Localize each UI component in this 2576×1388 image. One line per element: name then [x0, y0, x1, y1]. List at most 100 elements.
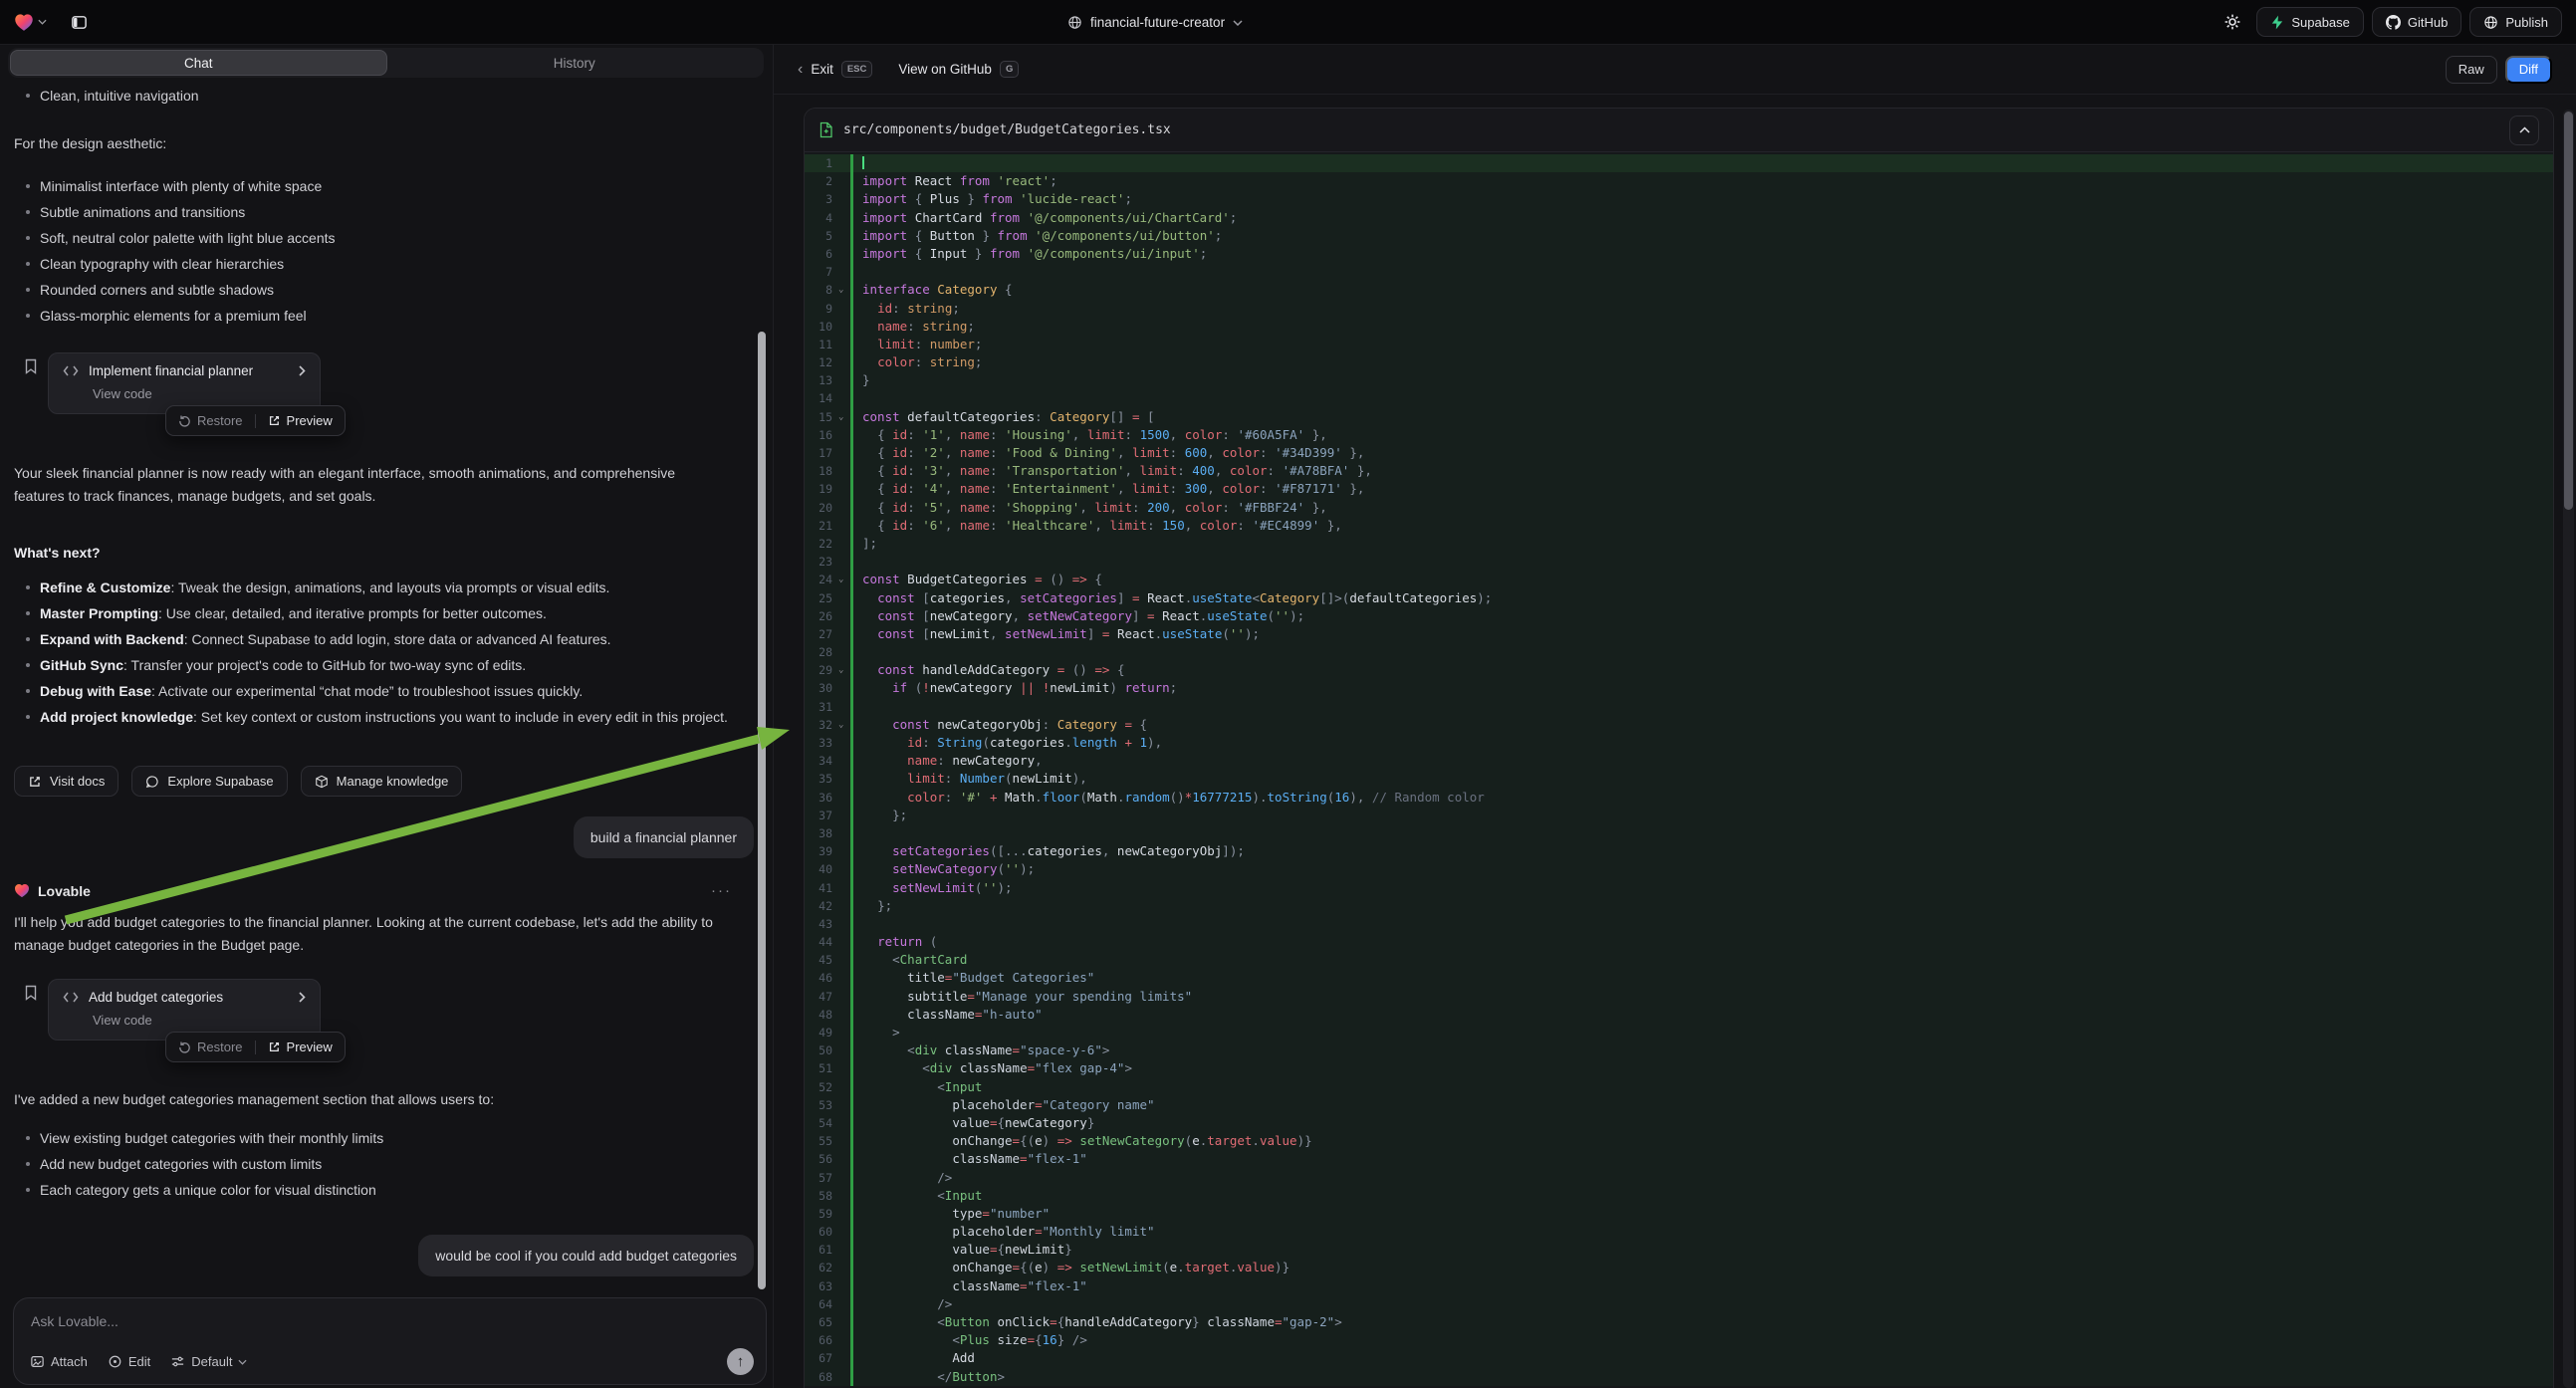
code-text: name: string; [850, 318, 2553, 336]
preview-button[interactable]: Preview [268, 413, 333, 428]
code-line: 29⌄ const handleAddCategory = () => { [805, 661, 2553, 679]
restore-button[interactable]: Restore [178, 413, 243, 428]
lovable-logo-menu[interactable] [14, 13, 47, 32]
chevron-down-icon [38, 19, 47, 25]
attach-button[interactable]: Attach [30, 1354, 88, 1369]
code-text: const [newCategory, setNewCategory] = Re… [850, 607, 2553, 625]
diff-view-button[interactable]: Diff [2505, 56, 2552, 84]
fold-gutter [838, 589, 850, 607]
code-line: 64 /> [805, 1295, 2553, 1313]
line-number: 49 [805, 1024, 838, 1041]
code-line: 12 color: string; [805, 353, 2553, 371]
manage-knowledge-button[interactable]: Manage knowledge [301, 766, 463, 797]
exit-button[interactable]: Exit [811, 62, 833, 77]
code-text: <div className="flex gap-4"> [850, 1059, 2553, 1077]
code-scrollbar[interactable] [2563, 110, 2574, 1388]
view-on-github[interactable]: View on GitHub G [898, 61, 1019, 78]
bullet-dot [26, 715, 30, 719]
external-link-icon [268, 1041, 281, 1053]
fold-toggle-icon[interactable]: ⌄ [838, 281, 850, 299]
code-text: <ChartCard [850, 951, 2553, 969]
bookmark-icon[interactable] [24, 985, 38, 1062]
message-menu-button[interactable]: ··· [711, 882, 732, 899]
view-code-link[interactable]: View code [93, 386, 306, 401]
preview-button[interactable]: Preview [268, 1040, 333, 1054]
restore-icon [178, 414, 191, 427]
fold-gutter [838, 1169, 850, 1187]
chevron-up-icon [2519, 126, 2530, 133]
code-line: 13} [805, 371, 2553, 389]
code-text: import { Input } from '@/components/ui/i… [850, 245, 2553, 263]
fold-gutter [838, 951, 850, 969]
code-text: setNewCategory(''); [850, 860, 2553, 878]
code-line: 58 <Input [805, 1187, 2553, 1205]
line-number: 41 [805, 879, 838, 897]
line-number: 18 [805, 462, 838, 480]
github-button[interactable]: GitHub [2372, 7, 2461, 37]
panel-left-icon [71, 14, 88, 31]
bullet-dot [26, 314, 30, 318]
lovable-app-window: financial-future-creator Supabase GitHub [0, 0, 2576, 1388]
file-path: src/components/budget/BudgetCategories.t… [843, 122, 1171, 137]
restore-icon [178, 1041, 191, 1053]
bullet-dot [26, 94, 30, 98]
list-item: Clean, intuitive navigation [14, 85, 754, 107]
fold-toggle-icon[interactable]: ⌄ [838, 716, 850, 734]
code-line: 20 { id: '5', name: 'Shopping', limit: 2… [805, 499, 2553, 517]
line-number: 20 [805, 499, 838, 517]
chat-composer[interactable]: Ask Lovable... Attach Edit Default [13, 1297, 767, 1385]
supabase-button[interactable]: Supabase [2256, 7, 2364, 37]
collapse-file-button[interactable] [2509, 116, 2539, 145]
code-text: setCategories([...categories, newCategor… [850, 842, 2553, 860]
fold-gutter [838, 444, 850, 462]
code-text: <Input [850, 1187, 2553, 1205]
publish-label: Publish [2505, 15, 2548, 30]
code-scrollbar-thumb[interactable] [2564, 112, 2573, 510]
fold-toggle-icon[interactable]: ⌄ [838, 571, 850, 588]
bookmark-icon[interactable] [24, 358, 38, 436]
code-line: 66 <Plus size={16} /> [805, 1331, 2553, 1349]
code-line: 25 const [categories, setCategories] = R… [805, 589, 2553, 607]
fold-gutter [838, 897, 850, 915]
bullet-text: Expand with Backend: Connect Supabase to… [40, 626, 611, 652]
view-code-link[interactable]: View code [93, 1013, 306, 1028]
panel-resize-handle[interactable] [758, 332, 766, 1289]
publish-button[interactable]: Publish [2469, 7, 2562, 37]
image-icon [30, 1354, 45, 1369]
project-switcher[interactable]: financial-future-creator [1067, 0, 1243, 45]
tab-history[interactable]: History [387, 50, 763, 76]
toggle-sidebar-button[interactable] [63, 6, 95, 38]
code-line: 3import { Plus } from 'lucide-react'; [805, 190, 2553, 208]
fold-gutter [838, 969, 850, 987]
code-line: 26 const [newCategory, setNewCategory] =… [805, 607, 2553, 625]
user-message-bubble: would be cool if you could add budget ca… [418, 1235, 754, 1276]
line-number: 29 [805, 661, 838, 679]
fold-gutter [838, 988, 850, 1006]
line-number: 46 [805, 969, 838, 987]
fold-toggle-icon[interactable]: ⌄ [838, 408, 850, 426]
line-number: 32 [805, 716, 838, 734]
restore-button[interactable]: Restore [178, 1040, 243, 1054]
design-bullet-list: Minimalist interface with plenty of whit… [14, 175, 754, 331]
file-header[interactable]: src/components/budget/BudgetCategories.t… [805, 109, 2553, 152]
raw-view-button[interactable]: Raw [2446, 56, 2497, 84]
visit-docs-button[interactable]: Visit docs [14, 766, 118, 797]
edit-mode-button[interactable]: Edit [108, 1354, 150, 1369]
send-button[interactable]: ↑ [727, 1348, 754, 1375]
code-text: <div className="space-y-6"> [850, 1041, 2553, 1059]
code-text: import ChartCard from '@/components/ui/C… [850, 209, 2553, 227]
code-text: } [850, 371, 2553, 389]
code-text: }; [850, 807, 2553, 824]
line-number: 28 [805, 643, 838, 661]
code-diff-view[interactable]: 12import React from 'react';3import { Pl… [805, 152, 2553, 1388]
code-line: 1 [805, 154, 2553, 172]
fold-gutter [838, 154, 850, 172]
model-selector[interactable]: Default [170, 1354, 247, 1369]
settings-button[interactable] [2217, 6, 2248, 38]
explore-supabase-button[interactable]: Explore Supabase [131, 766, 287, 797]
code-line: 68 </Button> [805, 1368, 2553, 1386]
chat-messages[interactable]: Clean, intuitive navigation For the desi… [0, 81, 772, 1294]
list-item: Refine & Customize: Tweak the design, an… [14, 575, 731, 600]
tab-chat[interactable]: Chat [10, 50, 387, 76]
fold-toggle-icon[interactable]: ⌄ [838, 661, 850, 679]
